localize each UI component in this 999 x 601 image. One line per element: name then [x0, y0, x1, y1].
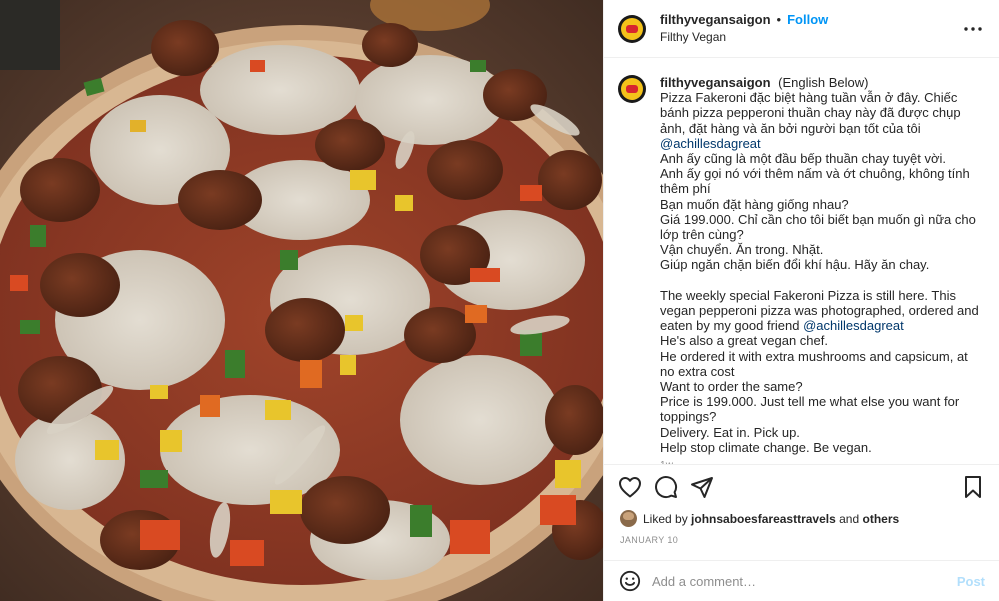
caption-line: He ordered it with extra mushrooms and c… — [660, 348, 968, 379]
caption-line: Help stop climate change. Be vegan. — [660, 439, 872, 455]
header-text: filthyvegansaigon • Follow Filthy Vegan — [660, 12, 828, 45]
likes-prefix: Liked by — [643, 511, 688, 526]
header-username[interactable]: filthyvegansaigon — [660, 12, 771, 28]
action-bar — [604, 464, 999, 508]
comment-icon — [655, 475, 678, 498]
caption-text: Pizza Fakeroni đặc biệt hàng tuần vẫn ở … — [660, 90, 961, 136]
caption-text: (English Below) — [778, 75, 869, 90]
emoji-button[interactable] — [618, 569, 642, 593]
separator-dot: • — [776, 12, 782, 27]
save-button[interactable] — [955, 469, 991, 505]
smiley-icon — [619, 570, 641, 592]
likes-line: Liked by johnsaboesfareasttravels and ot… — [620, 510, 985, 527]
caption-username[interactable]: filthyvegansaigon — [660, 75, 771, 90]
post-comment-button[interactable]: Post — [957, 574, 985, 589]
share-button[interactable] — [684, 469, 720, 505]
mention-link[interactable]: @achillesdagreat — [803, 318, 904, 333]
caption-line: Anh ấy gọi nó với thêm nấm và ớt chuông,… — [660, 166, 970, 197]
comment-button[interactable] — [648, 469, 684, 505]
caption-scroll-area[interactable]: filthyvegansaigon (English Below) Pizza … — [604, 59, 999, 464]
comment-input[interactable] — [652, 573, 957, 589]
caption: filthyvegansaigon (English Below) Pizza … — [660, 75, 985, 464]
comment-box: Post — [604, 560, 999, 601]
more-options-button[interactable] — [961, 17, 985, 41]
caption-line: Delivery. Eat in. Pick up. — [660, 424, 800, 440]
caption-line: Want to order the same? — [660, 379, 803, 395]
caption-line: Anh ấy cũng là một đầu bếp thuần chay tu… — [660, 151, 947, 167]
caption-line: He's also a great vegan chef. — [660, 333, 828, 349]
post-side-panel: filthyvegansaigon • Follow Filthy Vegan — [603, 0, 999, 601]
caption-line: Bạn muốn đặt hàng giống nhau? — [660, 196, 849, 212]
liker-username[interactable]: johnsaboesfareasttravels — [691, 512, 836, 526]
post-photo[interactable] — [0, 0, 603, 601]
mention-link[interactable]: @achillesdagreat — [660, 136, 761, 151]
more-dots-icon — [964, 26, 982, 31]
caption-line: Giá 199.000. Chỉ cần cho tôi biết bạn mu… — [660, 211, 976, 243]
follow-button[interactable]: Follow — [787, 12, 828, 28]
bookmark-icon — [965, 475, 981, 498]
avatar[interactable] — [618, 14, 646, 43]
brand-logo-icon — [621, 78, 643, 100]
brand-logo-icon — [621, 17, 643, 40]
caption-line: Vận chuyển. Ăn trong. Nhặt. — [660, 242, 824, 258]
post-header: filthyvegansaigon • Follow Filthy Vegan — [604, 0, 999, 58]
header-subtitle[interactable]: Filthy Vegan — [660, 29, 828, 45]
heart-icon — [619, 476, 641, 497]
caption-avatar[interactable] — [618, 75, 646, 103]
post-date[interactable]: JANUARY 10 — [620, 535, 678, 545]
caption-line: Price is 199.000. Just tell me what else… — [660, 394, 960, 425]
caption-line: Giúp ngăn chặn biến đổi khí hậu. Hãy ăn … — [660, 257, 930, 273]
likes-and: and — [839, 511, 860, 526]
like-button[interactable] — [612, 469, 648, 505]
liker-avatar[interactable] — [620, 510, 637, 527]
paper-plane-icon — [691, 476, 713, 498]
instagram-post: filthyvegansaigon • Follow Filthy Vegan — [0, 0, 999, 601]
likes-others-link[interactable]: others — [863, 512, 900, 526]
pizza-image — [0, 0, 603, 601]
